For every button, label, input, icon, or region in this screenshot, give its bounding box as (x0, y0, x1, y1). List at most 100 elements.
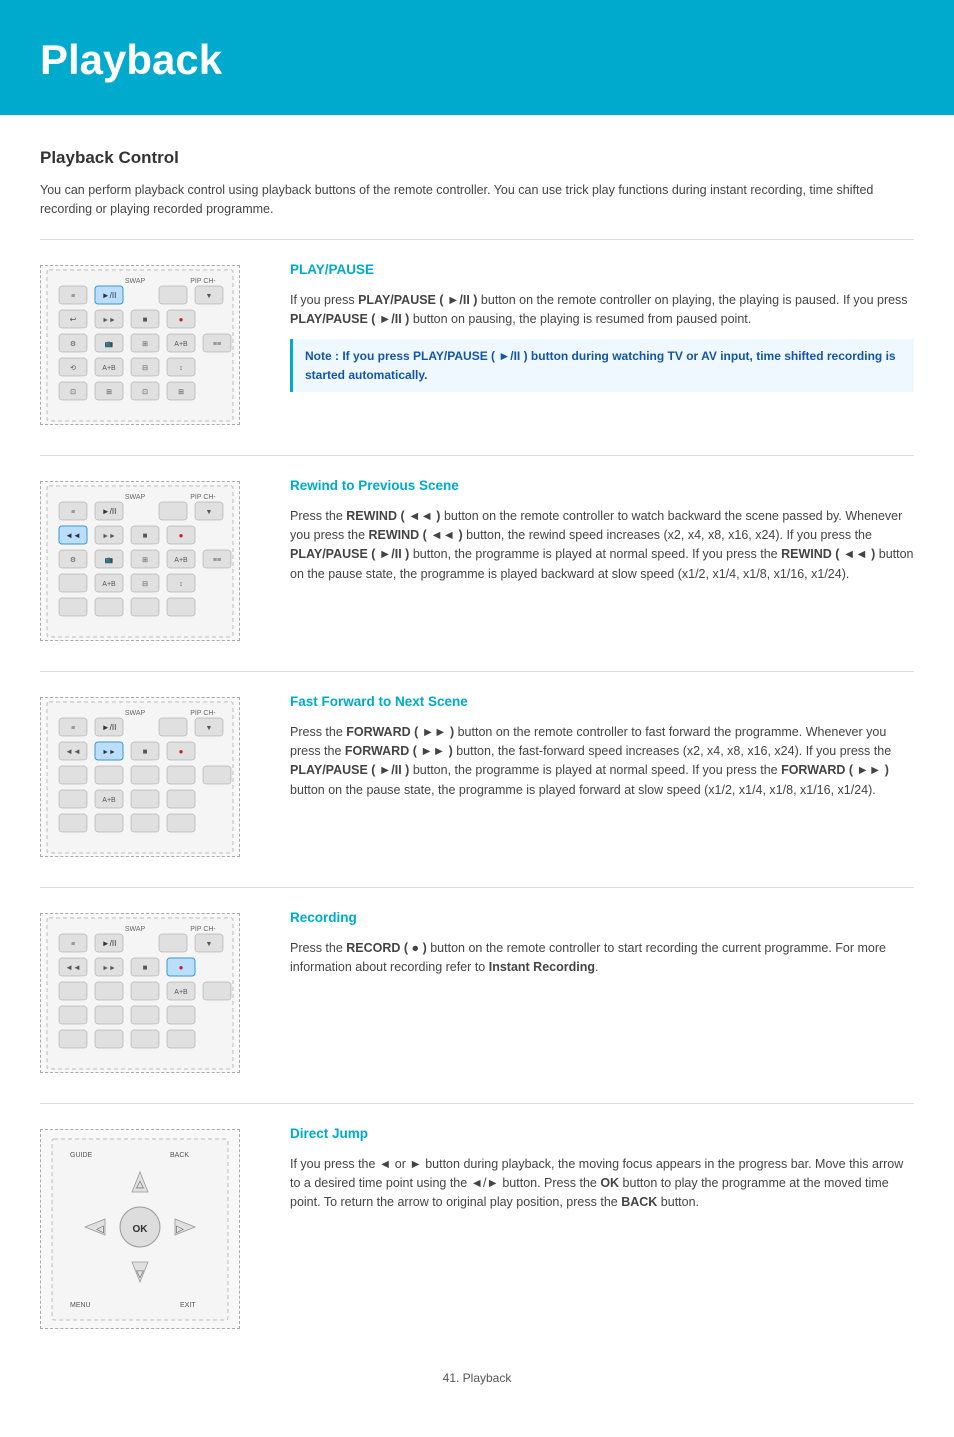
section-play-pause: SWAP PIP CH- ≡ ►/II ▼ ↩ ►► (40, 260, 914, 425)
svg-text:PIP CH-: PIP CH- (190, 494, 216, 501)
section-text-play-pause: PLAY/PAUSE If you press PLAY/PAUSE ( ►/I… (290, 260, 914, 400)
svg-text:■: ■ (143, 747, 148, 756)
section-direct-jump: GUIDE BACK △ ◁ OK ▷ (40, 1124, 914, 1329)
svg-text:▷: ▷ (176, 1224, 184, 1235)
svg-text:SWAP: SWAP (125, 926, 146, 933)
svg-text:▼: ▼ (206, 293, 213, 300)
svg-text:◄◄: ◄◄ (65, 747, 81, 756)
intro-body: You can perform playback control using p… (40, 181, 914, 220)
main-content: Playback Control You can perform playbac… (0, 115, 954, 1437)
svg-text:◁: ◁ (96, 1224, 104, 1235)
svg-text:⊞: ⊞ (106, 389, 112, 396)
svg-text:BACK: BACK (170, 1152, 189, 1159)
para-ff: Press the FORWARD ( ►► ) button on the r… (290, 723, 914, 801)
remote-image-rewind: SWAP PIP CH- ≡ ►/II ▼ ◄◄ ►► ■ (40, 481, 260, 641)
section-fast-forward: SWAP PIP CH- ≡ ►/II ▼ ◄◄ ►► ■ (40, 692, 914, 857)
svg-text:≡: ≡ (71, 725, 75, 732)
svg-text:⊡: ⊡ (142, 389, 148, 396)
svg-text:⊞: ⊞ (142, 341, 148, 348)
svg-text:SWAP: SWAP (125, 278, 146, 285)
svg-text:⊟: ⊟ (142, 581, 148, 588)
main-heading: Playback Control (40, 145, 914, 171)
section-text-recording: Recording Press the RECORD ( ● ) button … (290, 908, 914, 985)
page-label: 41. Playback (443, 1371, 512, 1385)
remote-svg-play: SWAP PIP CH- ≡ ►/II ▼ ↩ ►► (45, 268, 235, 423)
svg-text:◄◄: ◄◄ (65, 963, 81, 972)
svg-text:■: ■ (143, 531, 148, 540)
svg-text:↩: ↩ (70, 315, 77, 324)
intro-section: Playback Control You can perform playbac… (40, 145, 914, 219)
remote-image-ff: SWAP PIP CH- ≡ ►/II ▼ ◄◄ ►► ■ (40, 697, 260, 857)
section-recording: SWAP PIP CH- ≡ ►/II ▼ ◄◄ ►► ■ (40, 908, 914, 1073)
remote-img-container-ff: SWAP PIP CH- ≡ ►/II ▼ ◄◄ ►► ■ (40, 697, 240, 857)
svg-text:GUIDE: GUIDE (70, 1152, 93, 1159)
remote-img-container-rewind: SWAP PIP CH- ≡ ►/II ▼ ◄◄ ►► ■ (40, 481, 240, 641)
svg-text:OK: OK (133, 1224, 149, 1235)
svg-text:►/II: ►/II (102, 291, 117, 300)
heading-recording: Recording (290, 908, 914, 928)
svg-text:►/II: ►/II (102, 939, 117, 948)
remote-svg-rewind: SWAP PIP CH- ≡ ►/II ▼ ◄◄ ►► ■ (45, 484, 235, 639)
svg-text:PIP CH-: PIP CH- (190, 926, 216, 933)
svg-text:A+B: A+B (102, 365, 116, 372)
divider-1 (40, 239, 914, 240)
remote-img-container-record: SWAP PIP CH- ≡ ►/II ▼ ◄◄ ►► ■ (40, 913, 240, 1073)
svg-text:►/II: ►/II (102, 723, 117, 732)
svg-text:▼: ▼ (206, 725, 213, 732)
divider-3 (40, 671, 914, 672)
remote-image-nav: GUIDE BACK △ ◁ OK ▷ (40, 1129, 260, 1329)
svg-text:●: ● (179, 315, 184, 324)
section-rewind: SWAP PIP CH- ≡ ►/II ▼ ◄◄ ►► ■ (40, 476, 914, 641)
remote-svg-nav: GUIDE BACK △ ◁ OK ▷ (50, 1137, 230, 1322)
svg-text:►►: ►► (102, 317, 116, 324)
remote-svg-record: SWAP PIP CH- ≡ ►/II ▼ ◄◄ ►► ■ (45, 916, 235, 1071)
para-direct-jump: If you press the ◄ or ► button during pl… (290, 1155, 914, 1213)
note-play-pause: Note : If you press PLAY/PAUSE ( ►/II ) … (290, 339, 914, 392)
remote-img-container: SWAP PIP CH- ≡ ►/II ▼ ↩ ►► (40, 265, 240, 425)
divider-4 (40, 887, 914, 888)
svg-text:📺: 📺 (105, 556, 114, 564)
svg-text:A+B: A+B (174, 341, 188, 348)
svg-text:●: ● (179, 531, 184, 540)
svg-text:≡≡: ≡≡ (213, 341, 221, 348)
divider-2 (40, 455, 914, 456)
page-title: Playback (40, 28, 222, 91)
svg-text:⟲: ⟲ (70, 365, 76, 372)
remote-image-record: SWAP PIP CH- ≡ ►/II ▼ ◄◄ ►► ■ (40, 913, 260, 1073)
svg-text:●: ● (179, 963, 184, 972)
svg-text:≡: ≡ (71, 941, 75, 948)
svg-text:◄◄: ◄◄ (65, 531, 81, 540)
remote-image-play-pause: SWAP PIP CH- ≡ ►/II ▼ ↩ ►► (40, 265, 260, 425)
svg-text:►/II: ►/II (102, 507, 117, 516)
svg-text:▼: ▼ (206, 509, 213, 516)
svg-text:↕: ↕ (179, 365, 183, 372)
heading-play-pause: PLAY/PAUSE (290, 260, 914, 280)
section-text-rewind: Rewind to Previous Scene Press the REWIN… (290, 476, 914, 592)
nav-remote-img-container: GUIDE BACK △ ◁ OK ▷ (40, 1129, 240, 1329)
para-rewind: Press the REWIND ( ◄◄ ) button on the re… (290, 507, 914, 585)
svg-text:⊞: ⊞ (178, 389, 184, 396)
svg-text:⚙: ⚙ (70, 340, 76, 348)
svg-text:●: ● (179, 747, 184, 756)
page-footer: 41. Playback (40, 1369, 914, 1407)
svg-text:▼: ▼ (206, 941, 213, 948)
svg-text:≡: ≡ (71, 509, 75, 516)
svg-text:⚙: ⚙ (70, 556, 76, 564)
svg-text:≡: ≡ (71, 293, 75, 300)
svg-text:↕: ↕ (179, 581, 183, 588)
svg-text:►►: ►► (102, 533, 116, 540)
svg-text:►►: ►► (102, 749, 116, 756)
svg-text:A+B: A+B (174, 557, 188, 564)
svg-text:⊟: ⊟ (142, 365, 148, 372)
svg-text:A+B: A+B (102, 581, 116, 588)
page-header: Playback (0, 0, 954, 115)
svg-text:SWAP: SWAP (125, 494, 146, 501)
svg-text:■: ■ (143, 963, 148, 972)
svg-text:SWAP: SWAP (125, 710, 146, 717)
section-text-direct-jump: Direct Jump If you press the ◄ or ► butt… (290, 1124, 914, 1220)
svg-text:PIP CH-: PIP CH- (190, 710, 216, 717)
heading-ff: Fast Forward to Next Scene (290, 692, 914, 712)
svg-text:⊞: ⊞ (142, 557, 148, 564)
svg-text:EXIT: EXIT (180, 1302, 196, 1309)
heading-rewind: Rewind to Previous Scene (290, 476, 914, 496)
